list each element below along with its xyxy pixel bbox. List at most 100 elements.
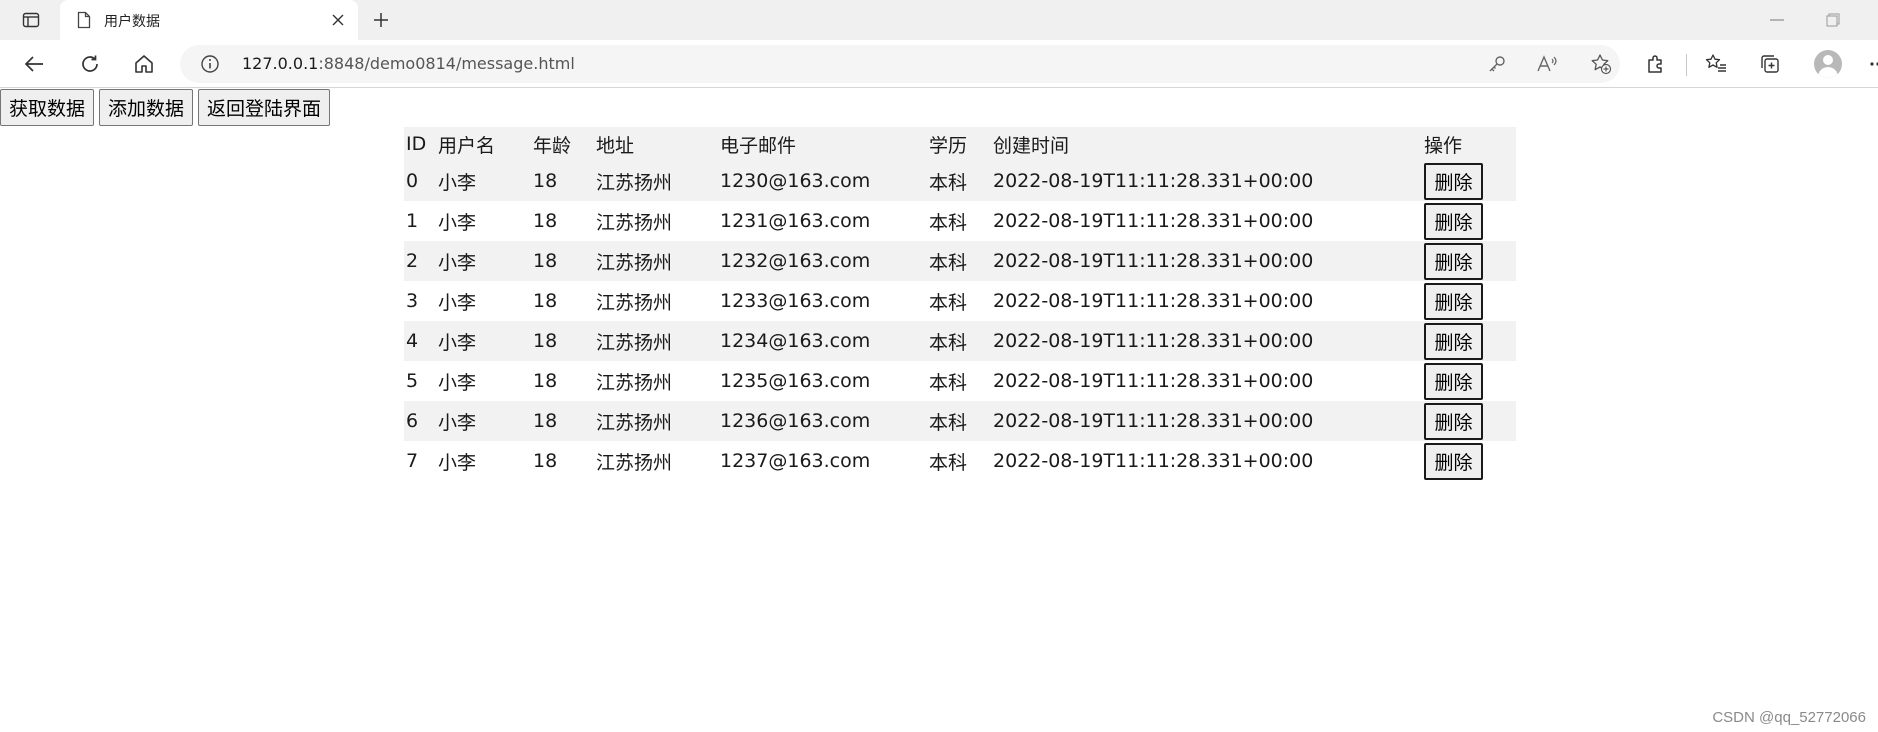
- collections-button[interactable]: [1754, 48, 1786, 80]
- tab-actions-icon: [22, 12, 40, 28]
- tab-title: 用户数据: [104, 14, 160, 30]
- delete-button[interactable]: 删除: [1424, 202, 1483, 240]
- cell-email: 1233@163.com: [720, 290, 871, 312]
- cell-age: 18: [533, 450, 558, 472]
- tab-actions-button[interactable]: [14, 6, 48, 34]
- puzzle-icon: [1648, 55, 1662, 73]
- header-created: 创建时间: [993, 134, 1070, 157]
- read-aloud-icon[interactable]: [1534, 51, 1560, 77]
- header-email: 电子邮件: [720, 134, 797, 157]
- avatar-body: [1818, 67, 1838, 78]
- table-row: 7 小李 18 江苏扬州 1237@163.com 本科 2022-08-19T…: [404, 441, 1516, 481]
- key-icon[interactable]: [1484, 51, 1510, 77]
- cell-created: 2022-08-19T11:11:28.331+00:00: [993, 370, 1314, 392]
- cell-address: 江苏扬州: [596, 251, 673, 274]
- avatar-head: [1823, 55, 1833, 65]
- header-age: 年龄: [533, 134, 572, 157]
- header-education: 学历: [929, 134, 968, 157]
- favorites-button[interactable]: [1700, 48, 1732, 80]
- more-menu-button[interactable]: [1866, 54, 1878, 74]
- watermark: CSDN @qq_52772066: [1712, 709, 1866, 726]
- cell-created: 2022-08-19T11:11:28.331+00:00: [993, 330, 1314, 352]
- plus-icon: [374, 13, 388, 27]
- cell-education: 本科: [929, 291, 968, 314]
- delete-button[interactable]: 删除: [1424, 442, 1483, 480]
- cell-age: 18: [533, 250, 558, 272]
- site-info-icon[interactable]: [200, 54, 220, 78]
- cell-age: 18: [533, 210, 558, 232]
- cell-address: 江苏扬州: [596, 331, 673, 354]
- url-text[interactable]: 127.0.0.1:8848/demo0814/message.html: [242, 54, 575, 73]
- profile-avatar[interactable]: [1814, 50, 1842, 78]
- toolbar-separator: [1686, 54, 1687, 76]
- tab-strip: 用户数据: [0, 0, 1878, 40]
- cell-username: 小李: [438, 291, 477, 314]
- cell-created: 2022-08-19T11:11:28.331+00:00: [993, 210, 1314, 232]
- add-data-button[interactable]: 添加数据: [99, 89, 194, 126]
- reload-icon: [82, 55, 98, 72]
- fetch-data-button[interactable]: 获取数据: [0, 89, 95, 126]
- table-row: 0 小李 18 江苏扬州 1230@163.com 本科 2022-08-19T…: [404, 161, 1516, 201]
- delete-button[interactable]: 删除: [1424, 322, 1483, 360]
- cell-email: 1236@163.com: [720, 410, 871, 432]
- cell-id: 4: [406, 330, 419, 352]
- browser-toolbar: 127.0.0.1:8848/demo0814/message.html: [0, 40, 1878, 88]
- table-row: 3 小李 18 江苏扬州 1233@163.com 本科 2022-08-19T…: [404, 281, 1516, 321]
- delete-button[interactable]: 删除: [1424, 362, 1483, 400]
- restore-icon: [1826, 13, 1840, 27]
- cell-age: 18: [533, 330, 558, 352]
- restore-button[interactable]: [1818, 12, 1848, 28]
- home-button[interactable]: [128, 48, 160, 80]
- cell-id: 6: [406, 410, 419, 432]
- new-tab-button[interactable]: [366, 6, 396, 34]
- user-table: ID 用户名 年龄 地址 电子邮件 学历 创建时间 操作 0 小李 18 江苏扬…: [404, 127, 1516, 481]
- cell-username: 小李: [438, 371, 477, 394]
- action-bar: 获取数据 添加数据 返回登陆界面: [0, 89, 331, 127]
- cell-actions: 删除: [1422, 161, 1516, 201]
- cell-email: 1235@163.com: [720, 370, 871, 392]
- table-row: 2 小李 18 江苏扬州 1232@163.com 本科 2022-08-19T…: [404, 241, 1516, 281]
- header-id: ID: [406, 133, 427, 155]
- add-favorite-icon[interactable]: [1588, 51, 1614, 77]
- delete-button[interactable]: 删除: [1424, 242, 1483, 280]
- tab-close-button[interactable]: [328, 10, 348, 30]
- cell-email: 1237@163.com: [720, 450, 871, 472]
- cell-created: 2022-08-19T11:11:28.331+00:00: [993, 170, 1314, 192]
- cell-actions: 删除: [1422, 201, 1516, 241]
- url-host: 127.0.0.1: [242, 54, 319, 73]
- cell-address: 江苏扬州: [596, 211, 673, 234]
- active-tab[interactable]: 用户数据: [60, 0, 358, 40]
- reload-button[interactable]: [74, 48, 106, 80]
- minimize-icon: [1770, 19, 1784, 21]
- cell-id: 2: [406, 250, 419, 272]
- cell-education: 本科: [929, 371, 968, 394]
- table-row: 4 小李 18 江苏扬州 1234@163.com 本科 2022-08-19T…: [404, 321, 1516, 361]
- address-bar[interactable]: 127.0.0.1:8848/demo0814/message.html: [180, 45, 1620, 83]
- cell-education: 本科: [929, 451, 968, 474]
- delete-button[interactable]: 删除: [1424, 282, 1483, 320]
- table-body: 0 小李 18 江苏扬州 1230@163.com 本科 2022-08-19T…: [404, 161, 1516, 481]
- back-button[interactable]: [18, 48, 50, 80]
- back-arrow-icon: [24, 56, 43, 72]
- delete-button[interactable]: 删除: [1424, 162, 1483, 200]
- cell-email: 1231@163.com: [720, 210, 871, 232]
- favorites-icon: [1705, 54, 1726, 72]
- delete-button[interactable]: 删除: [1424, 402, 1483, 440]
- cell-id: 7: [406, 450, 419, 472]
- cell-created: 2022-08-19T11:11:28.331+00:00: [993, 250, 1314, 272]
- cell-age: 18: [533, 290, 558, 312]
- cell-created: 2022-08-19T11:11:28.331+00:00: [993, 290, 1314, 312]
- more-icon: [1870, 62, 1878, 66]
- cell-age: 18: [533, 370, 558, 392]
- table-row: 5 小李 18 江苏扬州 1235@163.com 本科 2022-08-19T…: [404, 361, 1516, 401]
- cell-actions: 删除: [1422, 361, 1516, 401]
- collections-icon: [1761, 55, 1779, 73]
- extensions-button[interactable]: [1640, 48, 1672, 80]
- back-to-login-button[interactable]: 返回登陆界面: [198, 89, 331, 126]
- table-row: 6 小李 18 江苏扬州 1236@163.com 本科 2022-08-19T…: [404, 401, 1516, 441]
- cell-email: 1234@163.com: [720, 330, 871, 352]
- cell-actions: 删除: [1422, 441, 1516, 481]
- minimize-button[interactable]: [1762, 12, 1792, 28]
- cell-email: 1232@163.com: [720, 250, 871, 272]
- cell-address: 江苏扬州: [596, 451, 673, 474]
